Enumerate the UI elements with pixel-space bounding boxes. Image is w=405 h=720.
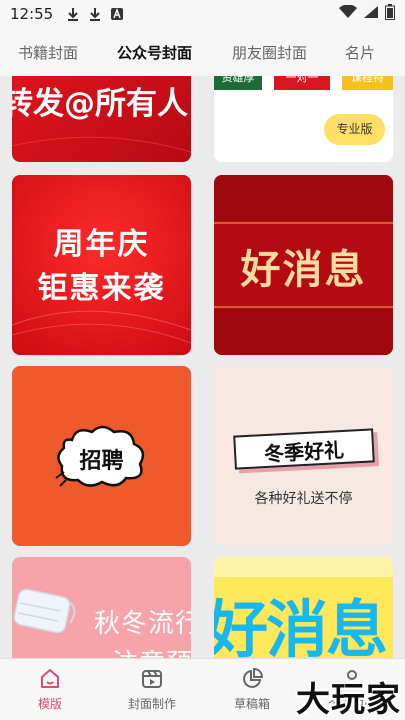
card-title: 招聘 xyxy=(79,449,124,474)
nav-label: 封面制作 xyxy=(127,697,176,711)
card-title-line1: 周年庆 xyxy=(53,227,150,262)
tab-wechat-cover[interactable]: 公众号封面 xyxy=(117,42,192,63)
wifi-icon xyxy=(339,4,357,23)
card-title-line1: 秋冬流行 xyxy=(94,609,191,639)
face-mask-icon xyxy=(13,588,76,634)
nav-label: 模版 xyxy=(37,697,62,711)
card-tag: 课程特 xyxy=(342,76,393,90)
template-card[interactable]: 招聘 xyxy=(12,366,191,546)
download-icon xyxy=(65,6,81,22)
nav-label: 草稿箱 xyxy=(233,697,270,711)
card-title-line2: 钜惠来袭 xyxy=(37,271,166,306)
template-grid: 转发@所有人 资雄厚 一对一 课程特 专业版 周年庆 钜惠来袭 好消息 招聘 冬… xyxy=(0,76,405,658)
status-time: 12:55 xyxy=(10,5,54,23)
watermark-text: 大玩家 xyxy=(296,680,401,720)
a-app-icon xyxy=(109,6,125,22)
pro-badge: 专业版 xyxy=(324,114,385,145)
home-icon xyxy=(41,669,59,688)
pie-chart-icon xyxy=(243,667,264,688)
template-card[interactable]: 好消息 xyxy=(214,557,393,658)
signal-icon xyxy=(363,5,379,23)
tab-business-card[interactable]: 名片 xyxy=(345,42,375,63)
tab-book-cover[interactable]: 书籍封面 xyxy=(18,42,78,63)
card-tag: 资雄厚 xyxy=(214,76,262,90)
template-card[interactable]: 秋冬流行 注意预防 xyxy=(12,557,191,658)
download-icon xyxy=(87,6,103,22)
category-tabs: 书籍封面 公众号封面 朋友圈封面 名片 xyxy=(0,28,405,76)
template-card[interactable]: 好消息 xyxy=(214,175,393,355)
template-card[interactable]: 周年庆 钜惠来袭 xyxy=(12,175,191,355)
nav-templates[interactable]: 模版 xyxy=(10,667,90,712)
card-tag: 一对一 xyxy=(274,76,330,90)
battery-icon xyxy=(385,4,395,24)
card-title: 好消息 xyxy=(240,247,367,293)
film-icon xyxy=(142,670,162,688)
status-bar: 12:55 xyxy=(0,0,405,28)
tab-moments-cover[interactable]: 朋友圈封面 xyxy=(232,42,307,63)
card-title-line2: 注意预防 xyxy=(112,643,191,658)
card-subtitle: 各种好礼送不停 xyxy=(254,491,353,507)
template-card[interactable]: 冬季好礼 各种好礼送不停 xyxy=(214,366,393,546)
nav-drafts[interactable]: 草稿箱 xyxy=(212,667,292,712)
template-card[interactable]: 转发@所有人 xyxy=(12,76,191,162)
nav-cover-maker[interactable]: 封面制作 xyxy=(112,667,192,712)
template-card[interactable]: 资雄厚 一对一 课程特 专业版 xyxy=(214,76,393,162)
card-title: 好消息 xyxy=(214,593,388,658)
